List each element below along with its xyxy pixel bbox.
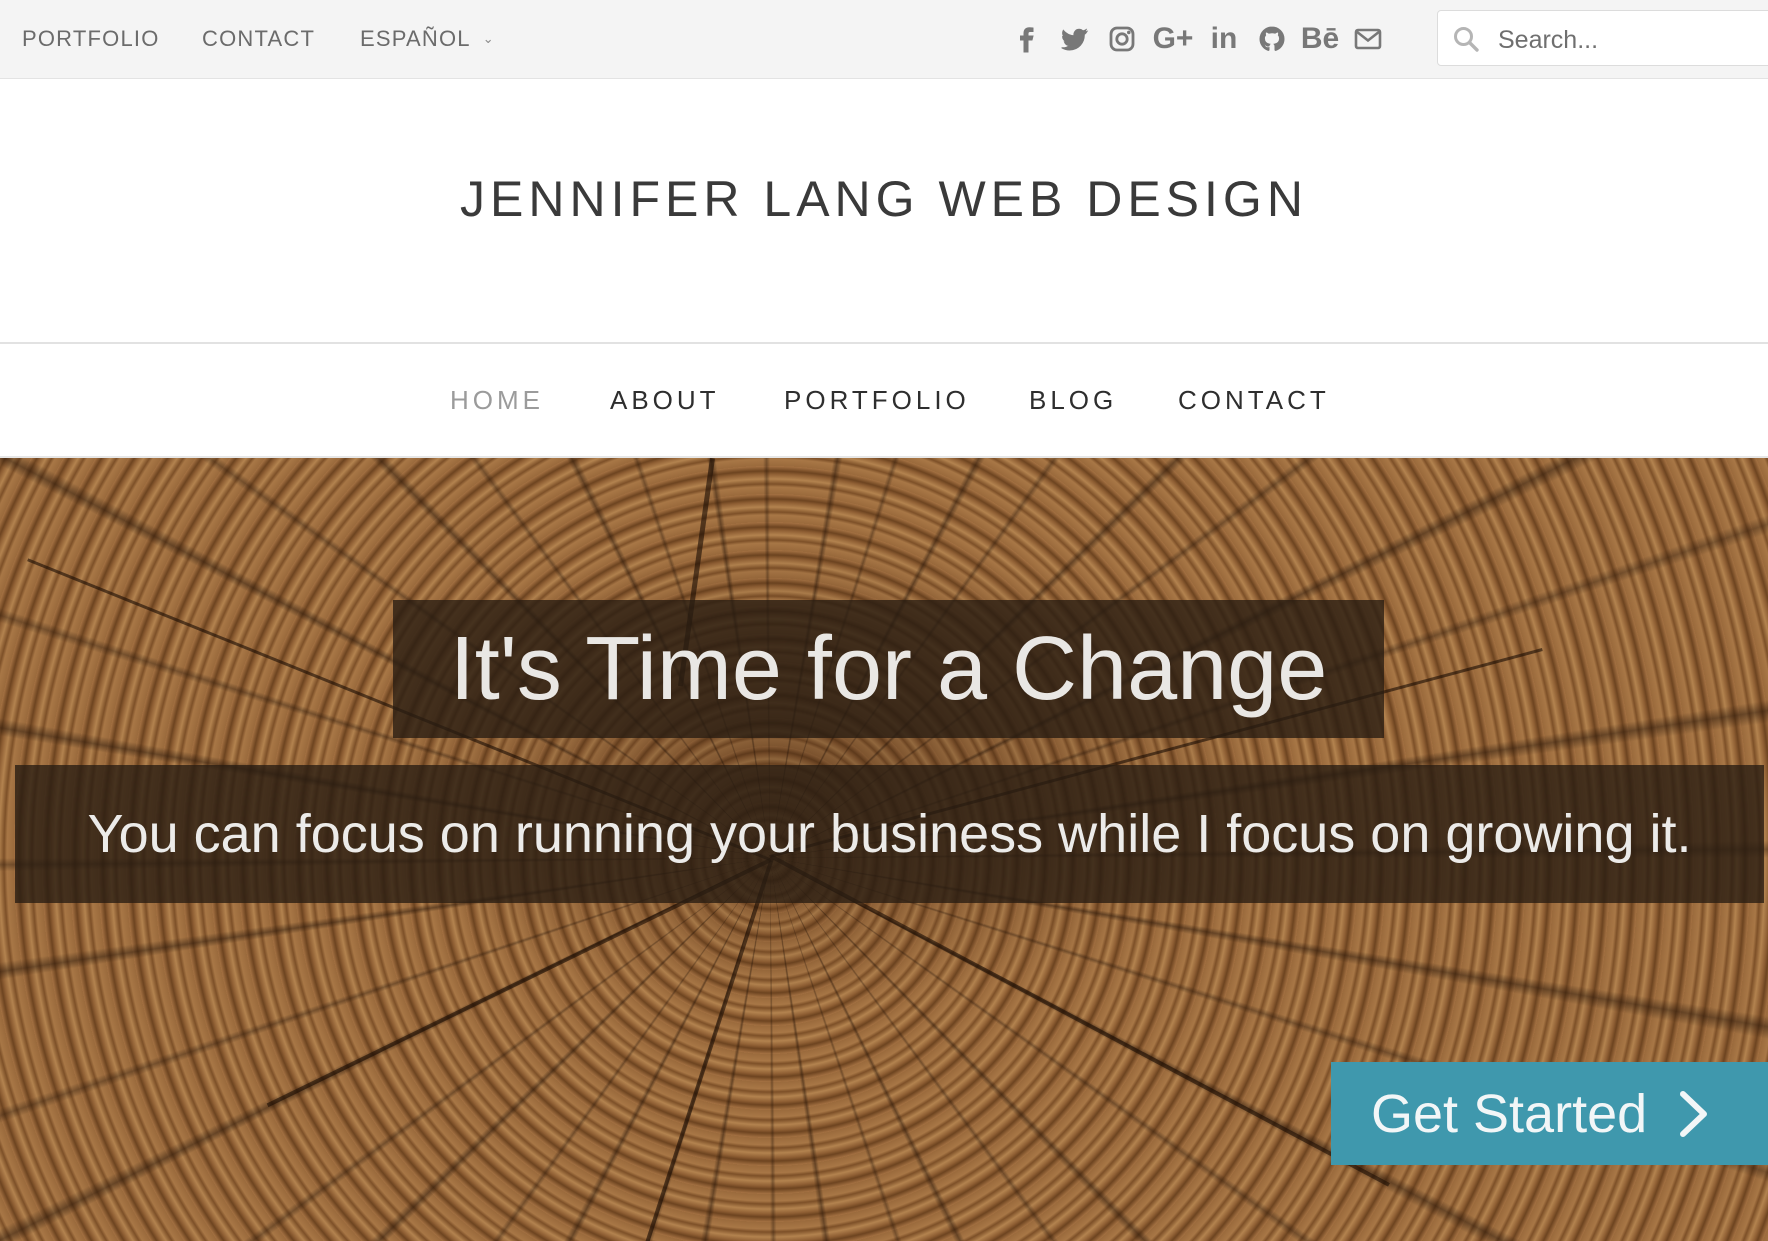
hero-title: It's Time for a Change — [449, 619, 1328, 719]
site-title[interactable]: JENNIFER LANG WEB DESIGN — [0, 170, 1768, 228]
hero-subtitle: You can focus on running your business w… — [87, 804, 1692, 864]
chevron-down-icon: ⌄ — [482, 31, 495, 46]
main-nav: HOME ABOUT PORTFOLIO BLOG CONTACT — [0, 344, 1768, 456]
top-bar: PORTFOLIO CONTACT ESPAÑOL ⌄ G+ in Bē — [0, 0, 1768, 79]
twitter-icon[interactable] — [1050, 18, 1098, 60]
google-plus-icon[interactable]: G+ — [1146, 18, 1200, 60]
behance-icon[interactable]: Bē — [1296, 18, 1344, 60]
top-link-contact[interactable]: CONTACT — [202, 0, 315, 78]
search-input[interactable] — [1496, 19, 1760, 61]
search-icon — [1454, 27, 1479, 52]
language-label: ESPAÑOL — [360, 26, 471, 51]
mail-icon[interactable] — [1344, 18, 1392, 60]
nav-item-contact[interactable]: CONTACT — [1178, 344, 1330, 456]
get-started-button[interactable]: Get Started — [1331, 1062, 1768, 1165]
search-box[interactable] — [1437, 10, 1768, 66]
wood-crack — [770, 854, 1390, 1187]
nav-item-portfolio[interactable]: PORTFOLIO — [784, 344, 970, 456]
nav-item-about[interactable]: ABOUT — [610, 344, 720, 456]
instagram-icon[interactable] — [1098, 18, 1146, 60]
hero-title-panel: It's Time for a Change — [393, 600, 1384, 738]
get-started-label: Get Started — [1371, 1083, 1648, 1144]
top-link-portfolio[interactable]: PORTFOLIO — [22, 0, 160, 78]
social-links: G+ in Bē — [1002, 18, 1392, 60]
github-icon[interactable] — [1248, 18, 1296, 60]
hero-banner: It's Time for a Change You can focus on … — [0, 458, 1768, 1241]
linkedin-icon[interactable]: in — [1200, 18, 1248, 60]
wood-crack — [640, 858, 774, 1241]
nav-item-blog[interactable]: BLOG — [1029, 344, 1117, 456]
language-selector[interactable]: ESPAÑOL ⌄ — [360, 0, 495, 78]
hero-subtitle-panel: You can focus on running your business w… — [15, 765, 1764, 903]
nav-item-home[interactable]: HOME — [450, 344, 544, 456]
chevron-right-icon — [1680, 1090, 1708, 1137]
facebook-icon[interactable] — [1002, 18, 1050, 60]
